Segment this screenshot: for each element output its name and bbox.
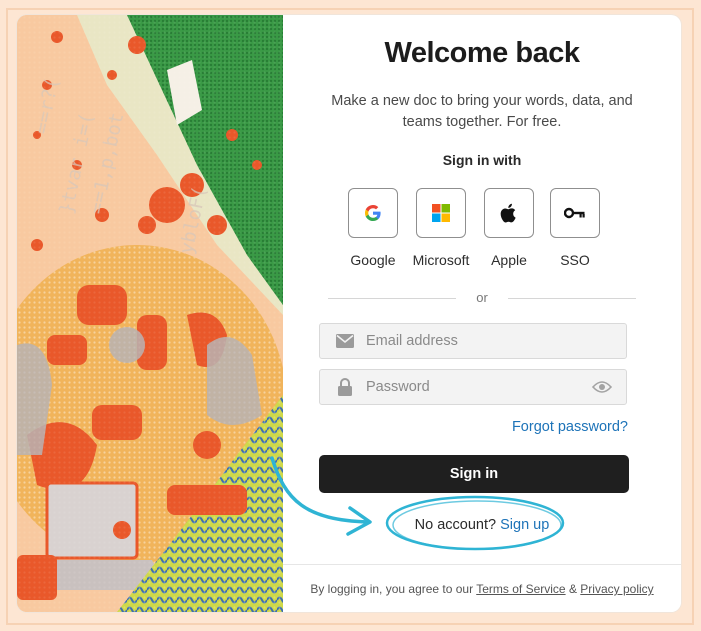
privacy-policy-link[interactable]: Privacy policy xyxy=(580,582,653,596)
page-subtitle: Make a new doc to bring your words, data… xyxy=(331,93,633,130)
provider-google: Google xyxy=(337,188,409,268)
sign-in-button[interactable]: Sign in xyxy=(319,455,629,493)
provider-sso: SSO xyxy=(539,188,611,268)
lock-icon xyxy=(336,378,354,396)
google-icon xyxy=(365,205,381,221)
email-input[interactable] xyxy=(366,333,586,349)
show-password-eye-icon[interactable] xyxy=(591,379,613,400)
forgot-password-link[interactable]: Forgot password? xyxy=(512,419,628,435)
illustration-art: ==r?( }tvar i=( ==1,p,bot ybloF( xyxy=(17,15,283,612)
signup-prompt-row: No account? Sign up xyxy=(283,517,681,533)
terms-of-service-link[interactable]: Terms of Service xyxy=(476,582,565,596)
page-title: Welcome back xyxy=(384,37,580,69)
email-field xyxy=(319,323,627,359)
provider-microsoft: Microsoft xyxy=(405,188,477,268)
provider-label: Microsoft xyxy=(412,252,470,268)
microsoft-icon xyxy=(432,204,450,222)
apple-signin-button[interactable] xyxy=(484,188,534,238)
envelope-icon xyxy=(336,332,354,350)
provider-label: Google xyxy=(350,252,396,268)
legal-ampersand: & xyxy=(568,582,577,596)
legal-footer: By logging in, you agree to our Terms of… xyxy=(283,564,681,612)
provider-apple: Apple xyxy=(473,188,545,268)
hero-illustration: ==r?( }tvar i=( ==1,p,bot ybloF( xyxy=(17,15,283,612)
login-panel: Welcome back Make a new doc to bring you… xyxy=(283,15,681,612)
apple-icon xyxy=(500,203,516,223)
google-signin-button[interactable] xyxy=(348,188,398,238)
microsoft-signin-button[interactable] xyxy=(416,188,466,238)
provider-label: Apple xyxy=(491,252,527,268)
login-card: ==r?( }tvar i=( ==1,p,bot ybloF(Welcome… xyxy=(17,15,681,612)
legal-text: By logging in, you agree to our Terms of… xyxy=(283,582,681,596)
sign-up-link[interactable]: Sign up xyxy=(500,517,549,533)
password-field xyxy=(319,369,627,405)
signup-prompt-text: No account? xyxy=(414,517,497,533)
password-input[interactable] xyxy=(366,379,586,395)
sign-in-with-heading: Sign in with xyxy=(442,152,522,168)
legal-prefix: By logging in, you agree to our xyxy=(310,582,474,596)
provider-label: SSO xyxy=(560,252,590,268)
or-divider: or xyxy=(328,290,636,306)
sso-signin-button[interactable] xyxy=(550,188,600,238)
key-icon xyxy=(564,207,585,219)
divider-line-right xyxy=(508,298,636,299)
